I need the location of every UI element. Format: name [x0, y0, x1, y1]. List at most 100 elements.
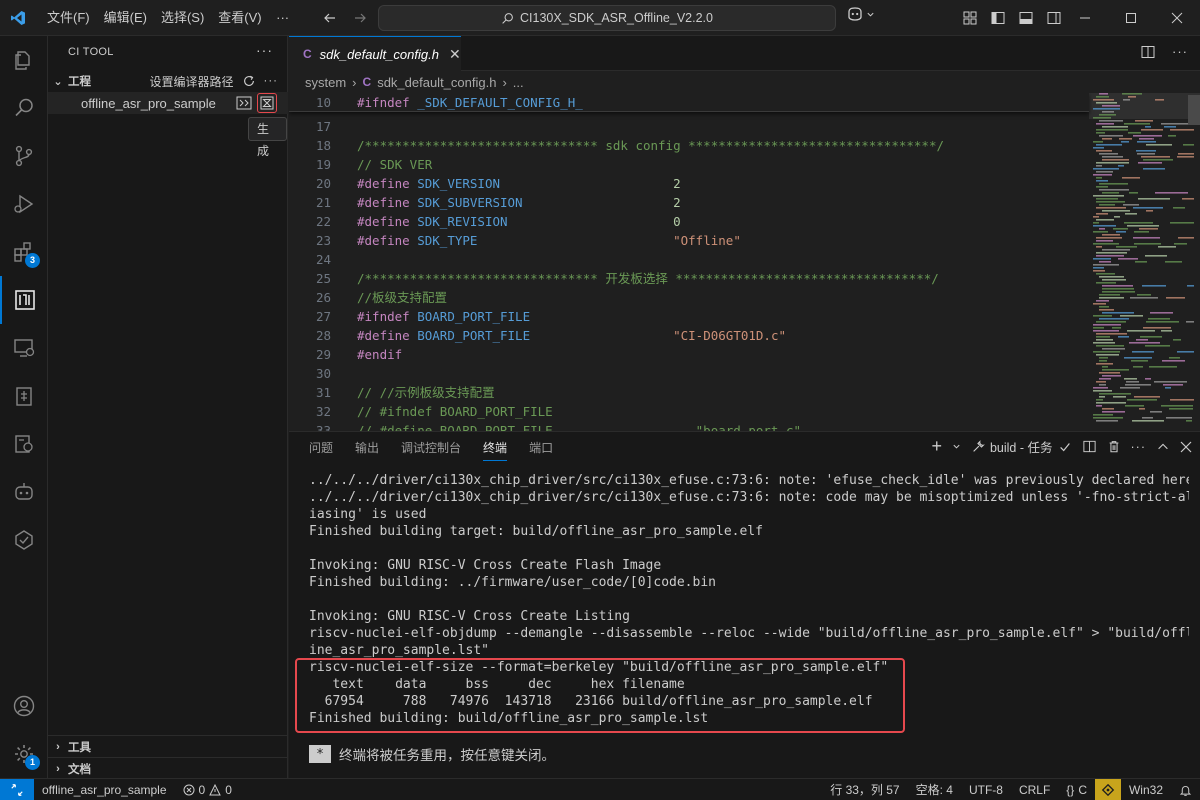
- tab-ports[interactable]: 端口: [529, 432, 553, 464]
- menu-more-button[interactable]: ···: [269, 7, 297, 29]
- tab-terminal[interactable]: 终端: [483, 432, 508, 464]
- project-section-header[interactable]: ⌄ 工程 设置编译器路径 ···: [48, 70, 288, 92]
- tab-problems[interactable]: 问题: [309, 432, 333, 464]
- set-compiler-path-button[interactable]: 设置编译器路径: [149, 73, 233, 90]
- line-content: #define SDK_REVISION 0: [357, 214, 681, 229]
- line-number: 23: [315, 233, 331, 248]
- close-panel-icon[interactable]: [1180, 441, 1192, 453]
- build-icon[interactable]: [257, 93, 277, 113]
- maximize-panel-icon[interactable]: [1156, 440, 1170, 454]
- status-indentation[interactable]: 空格: 4: [908, 779, 961, 800]
- terminal-task-selector[interactable]: build - 任务: [971, 437, 1072, 456]
- status-language[interactable]: {} C: [1058, 779, 1095, 800]
- sidebar-more-button[interactable]: ···: [256, 42, 273, 58]
- code-line[interactable]: 26 //板级支持配置: [289, 288, 1079, 307]
- status-platform[interactable]: Win32: [1121, 779, 1171, 800]
- code-line[interactable]: 28 #define BOARD_PORT_FILE "CI-D06GT01D.c…: [289, 326, 1079, 345]
- breadcrumb-file[interactable]: sdk_default_config.h: [377, 75, 496, 90]
- code-line[interactable]: 24: [289, 250, 1079, 269]
- command-center-search[interactable]: CI130X_SDK_ASR_Offline_V2.2.0: [378, 5, 836, 31]
- tab-debug-console[interactable]: 调试控制台: [401, 432, 461, 464]
- breadcrumb-symbol[interactable]: ...: [513, 75, 524, 90]
- warning-count: 0: [225, 782, 232, 797]
- customize-layout-icon[interactable]: [958, 6, 982, 30]
- accounts-icon[interactable]: [0, 682, 48, 730]
- trash-icon[interactable]: [1107, 439, 1121, 454]
- device-manager-icon[interactable]: [0, 372, 48, 420]
- breadcrumb-folder[interactable]: system: [305, 75, 346, 90]
- status-cursor-position[interactable]: 行 33，列 57: [822, 779, 907, 800]
- menu-file[interactable]: 文件(F): [40, 7, 97, 29]
- project-item-offline-asr[interactable]: offline_asr_pro_sample: [48, 92, 288, 114]
- editor-actions: ···: [1140, 44, 1188, 60]
- toggle-panel-icon[interactable]: [1014, 6, 1038, 30]
- code-line[interactable]: 23 #define SDK_TYPE "Offline": [289, 231, 1079, 250]
- code-line[interactable]: 30: [289, 364, 1079, 383]
- code-line[interactable]: 25 /******************************* 开发板选择…: [289, 269, 1079, 288]
- assistant-robot-icon[interactable]: [0, 468, 48, 516]
- status-problems[interactable]: 0 0: [175, 779, 240, 800]
- code-line[interactable]: 17: [289, 117, 1079, 136]
- status-encoding[interactable]: UTF-8: [961, 779, 1011, 800]
- remote-indicator-icon[interactable]: [0, 778, 34, 800]
- split-editor-icon[interactable]: [1140, 44, 1156, 60]
- split-terminal-icon[interactable]: [1082, 439, 1097, 454]
- docs-section-header[interactable]: › 文档: [48, 757, 288, 779]
- clean-build-icon[interactable]: [235, 94, 253, 112]
- source-control-icon[interactable]: [0, 132, 48, 180]
- back-arrow-icon[interactable]: [318, 6, 342, 30]
- code-editor[interactable]: 10 #ifndef _SDK_DEFAULT_CONFIG_H_ 17 18 /***…: [289, 93, 1200, 431]
- editor-scrollbar[interactable]: [1188, 95, 1200, 125]
- chip-tools-icon[interactable]: [0, 420, 48, 468]
- menu-selection[interactable]: 选择(S): [154, 7, 211, 29]
- refresh-icon[interactable]: [242, 74, 256, 88]
- chevron-down-icon[interactable]: [952, 442, 961, 451]
- deploy-icon[interactable]: [0, 516, 48, 564]
- tools-section-header[interactable]: › 工具: [48, 735, 288, 757]
- search-view-icon[interactable]: [0, 84, 48, 132]
- panel-more-button[interactable]: ···: [1131, 440, 1147, 454]
- copilot-button[interactable]: [846, 6, 875, 22]
- line-number: 32: [315, 404, 331, 419]
- terminal-line: Finished building: ../firmware/user_code…: [309, 575, 716, 590]
- new-terminal-icon[interactable]: +: [931, 436, 942, 457]
- tab-sdk-default-config[interactable]: C sdk_default_config.h ✕: [289, 36, 461, 71]
- toggle-sidebar-icon[interactable]: [986, 6, 1010, 30]
- ci-tool-icon[interactable]: [0, 276, 48, 324]
- code-line[interactable]: 32 // #ifndef BOARD_PORT_FILE: [289, 402, 1079, 421]
- code-line[interactable]: 29 #endif: [289, 345, 1079, 364]
- extensions-icon[interactable]: 3: [0, 228, 48, 276]
- line-number: 24: [315, 252, 331, 267]
- sidebar-title: CI TOOL: [68, 46, 114, 58]
- status-project[interactable]: offline_asr_pro_sample: [34, 779, 175, 800]
- tab-output[interactable]: 输出: [355, 432, 379, 464]
- minimize-icon[interactable]: [1062, 0, 1108, 36]
- bell-icon[interactable]: [1171, 779, 1200, 800]
- code-line[interactable]: 33 // #define BOARD_PORT_FILE "board_port…: [289, 421, 1079, 431]
- run-debug-icon[interactable]: [0, 180, 48, 228]
- menu-view[interactable]: 查看(V): [211, 7, 268, 29]
- minimap[interactable]: [1089, 93, 1200, 431]
- line-number: 31: [315, 385, 331, 400]
- maximize-icon[interactable]: [1108, 0, 1154, 36]
- manage-gear-icon[interactable]: 1: [0, 730, 48, 778]
- code-line[interactable]: 31 // //示例板级支持配置: [289, 383, 1079, 402]
- project-more-button[interactable]: ···: [264, 75, 279, 87]
- close-icon[interactable]: [1154, 0, 1200, 36]
- line-number: 17: [315, 119, 331, 134]
- remote-explorer-icon[interactable]: [0, 324, 48, 372]
- code-line[interactable]: 27 #ifndef BOARD_PORT_FILE: [289, 307, 1079, 326]
- explorer-icon[interactable]: [0, 36, 48, 84]
- tab-close-icon[interactable]: ✕: [449, 46, 461, 63]
- code-line[interactable]: 20 #define SDK_VERSION 2: [289, 174, 1079, 193]
- notification-icon[interactable]: [1094, 779, 1121, 800]
- sticky-scroll-line[interactable]: 10 #ifndef _SDK_DEFAULT_CONFIG_H_: [289, 93, 1089, 112]
- code-line[interactable]: 19 // SDK VER: [289, 155, 1079, 174]
- editor-more-button[interactable]: ···: [1172, 44, 1188, 60]
- forward-arrow-icon[interactable]: [348, 6, 372, 30]
- menu-edit[interactable]: 编辑(E): [97, 7, 154, 29]
- code-line[interactable]: 22 #define SDK_REVISION 0: [289, 212, 1079, 231]
- code-line[interactable]: 18 /******************************* sdk c…: [289, 136, 1079, 155]
- code-line[interactable]: 21 #define SDK_SUBVERSION 2: [289, 193, 1079, 212]
- status-eol[interactable]: CRLF: [1011, 779, 1058, 800]
